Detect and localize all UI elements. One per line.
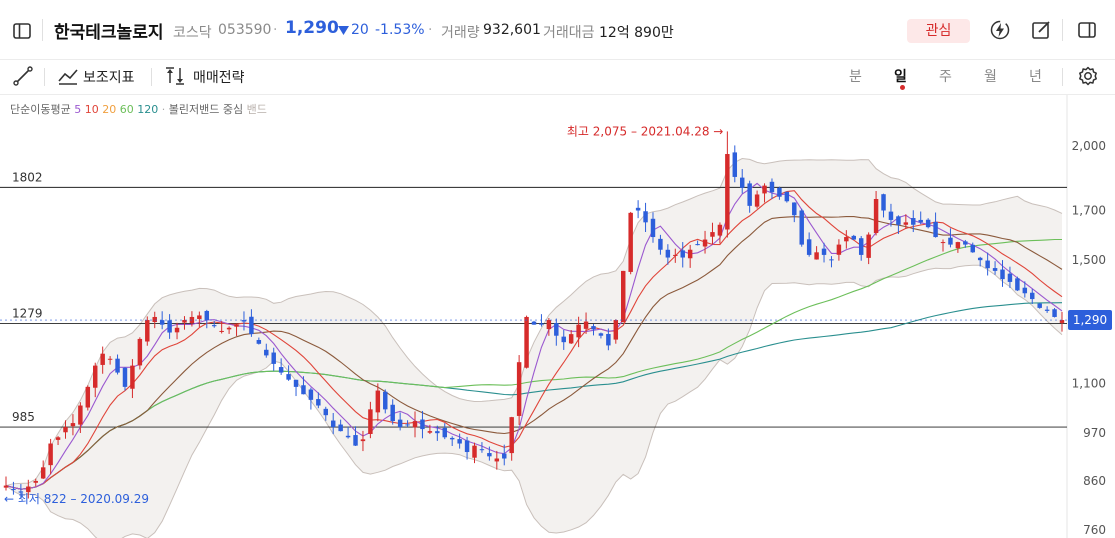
y-tick-label: 760 bbox=[1083, 523, 1106, 537]
watch-button[interactable]: 관심 bbox=[907, 19, 970, 43]
lightning-icon[interactable] bbox=[989, 19, 1011, 41]
candle[interactable] bbox=[799, 208, 804, 247]
price-change-percent: -1.53% bbox=[375, 22, 425, 38]
y-tick-label: 2,000 bbox=[1072, 139, 1106, 153]
high-annotation: 최고 2,075 – 2021.04.28 → bbox=[567, 124, 723, 138]
strategy-label: 매매전략 bbox=[193, 70, 245, 86]
indicator-icon bbox=[58, 69, 78, 85]
amount-label: 거래대금 bbox=[543, 25, 595, 41]
separator: · bbox=[428, 22, 433, 38]
candlestick-chart[interactable]: 1802 1279 985 2,000 1,700 1,500 1,100 970 860 76… bbox=[0, 95, 1115, 538]
market-label: 코스닥 bbox=[173, 25, 212, 41]
divider bbox=[1062, 19, 1063, 41]
edit-icon[interactable] bbox=[1030, 19, 1052, 41]
candle[interactable] bbox=[85, 385, 91, 411]
candle[interactable] bbox=[1015, 276, 1020, 292]
triangle-down-icon bbox=[338, 26, 349, 35]
y-tick-label: 970 bbox=[1083, 426, 1106, 440]
panel-toggle-icon[interactable] bbox=[1077, 20, 1097, 40]
period-tab-minute[interactable]: 분 bbox=[849, 66, 862, 86]
y-tick-label: 1,100 bbox=[1072, 376, 1106, 390]
candle[interactable] bbox=[925, 218, 931, 229]
candle[interactable] bbox=[621, 270, 626, 323]
candle[interactable] bbox=[1037, 302, 1042, 309]
candle[interactable] bbox=[145, 316, 150, 346]
period-tab-week[interactable]: 주 bbox=[939, 66, 952, 86]
current-price-tag-label: 1,290 bbox=[1073, 313, 1107, 327]
reference-line-label: 985 bbox=[12, 410, 35, 424]
candle[interactable] bbox=[784, 191, 790, 203]
volume-value: 932,601 bbox=[483, 22, 541, 38]
y-tick-label: 1,500 bbox=[1072, 253, 1106, 267]
amount-value: 12억 890만 bbox=[599, 25, 674, 41]
stock-code: 053590 bbox=[218, 22, 272, 38]
indicator-label: 보조지표 bbox=[83, 70, 135, 86]
candle[interactable] bbox=[725, 131, 730, 238]
separator: · bbox=[273, 22, 278, 38]
y-tick-label: 1,700 bbox=[1072, 203, 1106, 217]
candle[interactable] bbox=[308, 387, 314, 410]
candle[interactable] bbox=[137, 337, 143, 370]
chart-toolbar: 보조지표 매매전략 분 일 주 월 년 bbox=[0, 60, 1115, 95]
period-tab-day[interactable]: 일 bbox=[894, 66, 907, 86]
candle[interactable] bbox=[531, 320, 537, 325]
stock-header: 한국테크놀로지 코스닥 053590 · 1,290 20 -1.53% · 거… bbox=[0, 0, 1115, 60]
watch-button-label: 관심 bbox=[925, 23, 952, 39]
volume-label: 거래량 bbox=[441, 25, 480, 41]
period-tab-year[interactable]: 년 bbox=[1029, 66, 1042, 86]
candle[interactable] bbox=[293, 379, 299, 397]
candle[interactable] bbox=[635, 200, 641, 219]
candle[interactable] bbox=[524, 315, 529, 369]
price-change: 20 bbox=[351, 22, 369, 38]
divider bbox=[44, 68, 45, 86]
divider bbox=[42, 19, 43, 41]
divider bbox=[1062, 68, 1063, 86]
candle[interactable] bbox=[516, 355, 522, 425]
gear-icon[interactable] bbox=[1077, 65, 1099, 87]
candle[interactable] bbox=[732, 145, 738, 183]
stock-name: 한국테크놀로지 bbox=[54, 23, 164, 43]
active-tab-dot bbox=[900, 85, 905, 90]
low-annotation: ← 최저 822 – 2020.09.29 bbox=[4, 492, 149, 506]
divider bbox=[151, 68, 152, 86]
current-price: 1,290 bbox=[285, 18, 339, 38]
period-tab-month[interactable]: 월 bbox=[984, 66, 997, 86]
y-tick-label: 860 bbox=[1083, 474, 1106, 488]
candle[interactable] bbox=[628, 211, 633, 275]
candle[interactable] bbox=[1052, 307, 1057, 318]
reference-line-label: 1279 bbox=[12, 306, 43, 320]
candle[interactable] bbox=[3, 476, 9, 491]
reference-line-label: 1802 bbox=[12, 170, 43, 184]
sidebar-toggle-icon[interactable] bbox=[12, 21, 32, 41]
line-draw-icon[interactable] bbox=[12, 65, 34, 87]
updown-arrows-icon bbox=[166, 67, 184, 85]
